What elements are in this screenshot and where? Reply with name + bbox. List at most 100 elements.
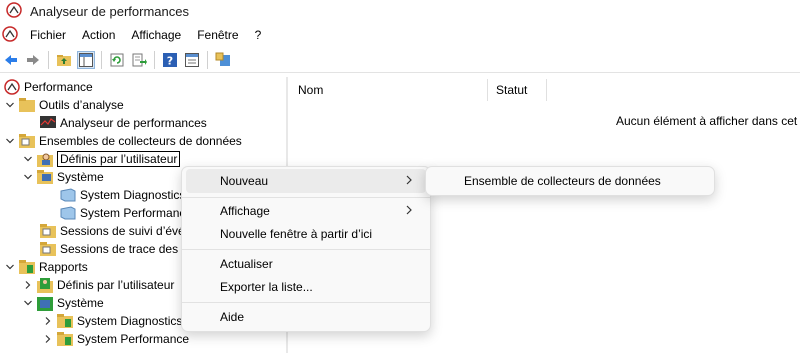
system-menu-icon[interactable] <box>2 25 18 45</box>
back-arrow-icon[interactable] <box>2 51 20 69</box>
tree-label: System Diagnostics <box>80 188 186 202</box>
menu-affichage[interactable]: Affichage <box>123 24 189 46</box>
tree-label: System Diagnostics <box>77 314 183 328</box>
tree-label: Système <box>57 170 104 184</box>
menu-item-nouvelle-fenetre[interactable]: Nouvelle fenêtre à partir d’ici <box>186 222 426 246</box>
submenu-nouveau: Ensemble de collecteurs de données <box>425 166 715 196</box>
up-folder-icon[interactable] <box>55 51 73 69</box>
svg-text:?: ? <box>167 55 173 68</box>
chevron-down-icon[interactable] <box>22 297 34 309</box>
toolbar: ? <box>0 48 800 73</box>
tree-item-ensembles[interactable]: Ensembles de collecteurs de données <box>4 132 242 150</box>
submenu-arrow-icon <box>404 204 414 219</box>
chevron-down-icon[interactable] <box>4 99 16 111</box>
tree-item-rapports-sysdiag[interactable]: System Diagnostics <box>42 312 182 330</box>
forward-arrow-icon[interactable] <box>24 51 42 69</box>
empty-list-message: Aucun élément à afficher dans cet <box>616 114 798 128</box>
column-header-statut[interactable]: Statut <box>496 77 527 103</box>
chevron-down-icon[interactable] <box>4 135 16 147</box>
tree-label: Performance <box>24 80 93 94</box>
show-hide-tree-icon[interactable] <box>77 51 95 69</box>
session-folder-icon <box>40 223 56 239</box>
collector-set-icon <box>60 187 76 203</box>
system-folder-icon <box>37 169 53 185</box>
perfmon-icon <box>4 79 20 95</box>
column-header-nom[interactable]: Nom <box>298 77 323 103</box>
chevron-right-icon[interactable] <box>22 279 34 291</box>
tree-label: System Performance <box>77 332 190 346</box>
menu-fichier[interactable]: Fichier <box>22 24 74 46</box>
tree-item-sessions-trace[interactable]: Sessions de trace des é <box>40 240 188 258</box>
collector-set-folder-icon <box>19 133 35 149</box>
report-folder-icon <box>19 259 35 275</box>
tree-item-sessions-suivi[interactable]: Sessions de suivi d’évé <box>40 222 185 240</box>
tree-item-performance[interactable]: Performance <box>4 78 93 96</box>
menu-action[interactable]: Action <box>74 24 123 46</box>
tree-label: Sessions de trace des é <box>60 242 189 256</box>
tree-item-systeme[interactable]: Système <box>22 168 104 186</box>
menu-item-exporter[interactable]: Exporter la liste... <box>186 275 426 299</box>
menu-item-affichage[interactable]: Affichage <box>186 199 426 223</box>
menu-item-actualiser[interactable]: Actualiser <box>186 252 426 276</box>
perfmon-app-icon <box>6 1 22 21</box>
tree-item-rapports-systeme[interactable]: Système <box>22 294 104 312</box>
context-menu: Nouveau Affichage Nouvelle fenêtre à par… <box>181 166 431 332</box>
tree-label: Sessions de suivi d’évé <box>60 224 185 238</box>
refresh-icon[interactable] <box>108 51 126 69</box>
tree-item-sysdiag[interactable]: System Diagnostics <box>60 186 185 204</box>
tree-label: Système <box>57 296 104 310</box>
column-divider[interactable] <box>487 79 488 101</box>
tree-label: Définis par l’utilisateur <box>57 151 181 167</box>
menu-item-label: Ensemble de collecteurs de données <box>464 174 661 188</box>
menu-item-label: Actualiser <box>220 257 273 271</box>
chevron-right-icon[interactable] <box>42 333 54 345</box>
menu-item-aide[interactable]: Aide <box>186 305 426 329</box>
user-folder-icon <box>37 151 53 167</box>
help-icon[interactable]: ? <box>161 51 179 69</box>
toolbar-separator <box>154 51 155 69</box>
menu-separator <box>182 249 430 250</box>
properties-icon[interactable] <box>183 51 201 69</box>
tree-item-definis[interactable]: Définis par l’utilisateur <box>22 150 181 168</box>
chevron-down-icon[interactable] <box>22 153 34 165</box>
system-report-icon <box>37 295 53 311</box>
tree-label: Définis par l’utilisateur <box>57 278 175 292</box>
tree-item-outils[interactable]: Outils d’analyse <box>4 96 124 114</box>
window-title: Analyseur de performances <box>30 3 189 19</box>
toolbar-separator <box>101 51 102 69</box>
chevron-down-icon[interactable] <box>4 261 16 273</box>
tree-item-rapports-sysperf[interactable]: System Performance <box>42 330 189 348</box>
menu-item-label: Affichage <box>220 204 270 218</box>
tree-label: System Performance <box>80 206 193 220</box>
menu-item-label: Nouvelle fenêtre à partir d’ici <box>220 227 373 241</box>
tree-item-sysperf[interactable]: System Performance <box>60 204 192 222</box>
menu-item-label: Nouveau <box>220 174 269 188</box>
new-window-icon[interactable] <box>214 51 232 69</box>
menu-help[interactable]: ? <box>247 24 270 46</box>
folder-icon <box>19 97 35 113</box>
chevron-down-icon[interactable] <box>22 171 34 183</box>
tree-label: Outils d’analyse <box>39 98 124 112</box>
collector-set-icon <box>60 205 76 221</box>
graph-monitor-icon <box>40 115 56 131</box>
chevron-right-icon[interactable] <box>42 315 54 327</box>
report-folder-icon <box>57 313 73 329</box>
tree-item-analyseur[interactable]: Analyseur de performances <box>40 114 207 132</box>
tree-label: Rapports <box>39 260 88 274</box>
title-bar: Analyseur de performances <box>0 0 800 22</box>
column-label: Statut <box>496 83 528 97</box>
menu-separator <box>182 302 430 303</box>
tree-item-rapports[interactable]: Rapports <box>4 258 88 276</box>
toolbar-separator <box>48 51 49 69</box>
tree-item-rapports-definis[interactable]: Définis par l’utilisateur <box>22 276 174 294</box>
toolbar-separator <box>207 51 208 69</box>
report-folder-icon <box>57 331 73 347</box>
column-divider[interactable] <box>546 79 547 101</box>
menu-fenetre[interactable]: Fenêtre <box>189 24 246 46</box>
menu-item-label: Exporter la liste... <box>220 280 313 294</box>
menu-item-ensemble-collecteurs[interactable]: Ensemble de collecteurs de données <box>430 169 710 193</box>
menu-separator <box>182 197 430 198</box>
export-list-icon[interactable] <box>130 51 148 69</box>
menu-item-nouveau[interactable]: Nouveau <box>186 169 426 193</box>
menu-bar: Fichier Action Affichage Fenêtre ? <box>0 24 800 46</box>
